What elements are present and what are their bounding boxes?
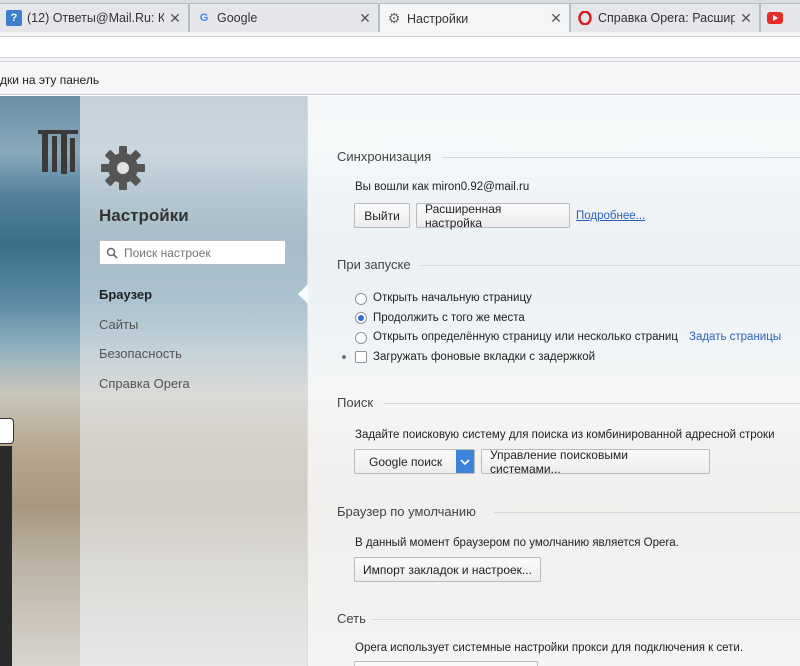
chevron-down-icon: [456, 450, 474, 473]
gear-icon: [101, 146, 145, 190]
question-icon: ?: [6, 10, 22, 26]
active-pointer: [298, 284, 308, 304]
google-icon: G: [199, 12, 209, 24]
network-description: Opera использует системные настройки про…: [355, 642, 744, 654]
youtube-icon: [767, 10, 783, 26]
radio-open-specific-pages[interactable]: [355, 332, 367, 344]
manage-search-engines-button[interactable]: Управление поисковыми системами...: [481, 448, 710, 476]
section-title-startup: При запуске: [337, 257, 411, 272]
tab-label: Справка Opera: Расширен: [598, 11, 735, 25]
tab-label: Google: [217, 11, 258, 25]
pier-post: [52, 136, 57, 172]
pier-post: [70, 138, 75, 172]
divider: [384, 403, 800, 404]
sidebar-item-security[interactable]: Безопасность: [99, 346, 182, 361]
selected-engine: Google поиск: [369, 454, 443, 469]
search-description: Задайте поисковую систему для поиска из …: [355, 429, 775, 441]
section-title-default-browser: Браузер по умолчанию: [337, 504, 476, 519]
tab-label: Настройки: [407, 11, 469, 26]
tab-strip: ? (12) Ответы@Mail.Ru: Как ✕ G Google ✕ …: [0, 0, 800, 33]
search-input[interactable]: [124, 245, 274, 260]
proxy-settings-button[interactable]: [354, 661, 538, 666]
bullet-icon: [342, 355, 346, 359]
search-icon: [106, 247, 118, 259]
pier-post: [42, 132, 48, 172]
signed-in-text: Вы вошли как miron0.92@mail.ru: [355, 181, 530, 193]
tab-mail-answers[interactable]: ? (12) Ответы@Mail.Ru: Как ✕: [0, 3, 189, 32]
radio-continue[interactable]: [355, 312, 367, 324]
section-title-search: Поиск: [337, 395, 374, 410]
section-title-sync: Синхронизация: [337, 149, 432, 164]
option-label: Открыть начальную страницу: [373, 292, 532, 304]
delay-tabs-checkbox[interactable]: [355, 351, 367, 363]
checkbox-label: Загружать фоновые вкладки с задержкой: [373, 351, 596, 363]
address-field[interactable]: [0, 36, 800, 58]
sidebar-item-opera-help[interactable]: Справка Opera: [99, 376, 190, 391]
search-engine-select[interactable]: Google поиск: [354, 449, 475, 474]
set-pages-link[interactable]: Задать страницы: [689, 331, 781, 343]
radio-open-start-page[interactable]: [355, 293, 367, 305]
tab-google[interactable]: G Google ✕: [189, 3, 379, 32]
divider: [372, 619, 800, 620]
close-icon[interactable]: ✕: [739, 10, 753, 27]
bookmarks-bar-hint: дки на эту панель: [0, 73, 100, 87]
address-bar-row: [0, 32, 800, 62]
close-icon[interactable]: ✕: [358, 10, 372, 27]
page-title: Настройки: [99, 206, 189, 225]
more-info-link[interactable]: Подробнее...: [576, 210, 645, 222]
close-icon[interactable]: ✕: [168, 10, 182, 27]
pier-post: [61, 134, 67, 174]
tab-opera-help[interactable]: Справка Opera: Расширен ✕: [570, 3, 760, 32]
advanced-sync-button[interactable]: Расширенная настройка: [416, 202, 570, 230]
settings-search[interactable]: [99, 240, 286, 265]
popup-fragment: [0, 418, 14, 444]
option-label: Продолжить с того же места: [373, 312, 525, 324]
tab-youtube[interactable]: [760, 3, 800, 32]
tab-settings[interactable]: ⚙ Настройки ✕: [379, 3, 570, 33]
section-title-network: Сеть: [337, 611, 366, 626]
sidebar-item-sites[interactable]: Сайты: [99, 317, 138, 332]
close-icon[interactable]: ✕: [549, 10, 563, 27]
logout-button[interactable]: Выйти: [354, 203, 410, 228]
default-browser-text: В данный момент браузером по умолчанию я…: [355, 537, 679, 549]
settings-page: Настройки Браузер Сайты Безопасность Спр…: [0, 96, 800, 666]
pier-post: [38, 130, 78, 134]
sidebar-item-browser[interactable]: Браузер: [99, 287, 152, 302]
divider: [442, 157, 800, 158]
tab-label: (12) Ответы@Mail.Ru: Как: [27, 11, 164, 25]
divider: [494, 512, 800, 513]
dark-panel-fragment: [0, 446, 12, 666]
import-bookmarks-button[interactable]: Импорт закладок и настроек...: [354, 557, 541, 582]
opera-icon: [577, 10, 593, 26]
bookmarks-bar: дки на эту панель: [0, 63, 800, 95]
gear-icon: ⚙: [387, 10, 401, 26]
option-label: Открыть определённую страницу или нескол…: [373, 331, 678, 343]
divider: [420, 265, 800, 266]
